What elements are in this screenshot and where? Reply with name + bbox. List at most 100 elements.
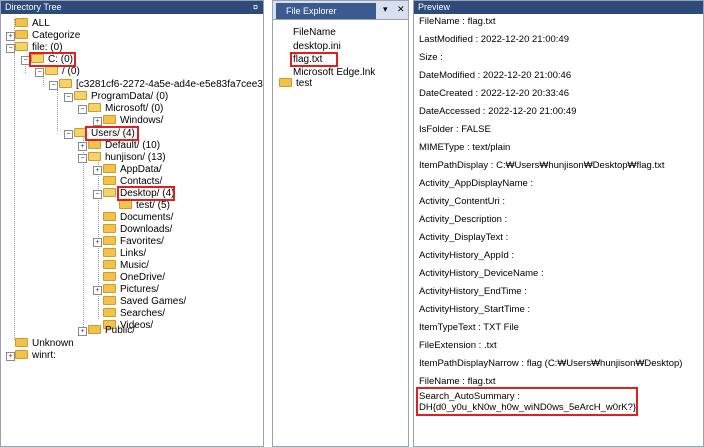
tree-item-links[interactable]: Links/ xyxy=(103,247,147,260)
close-icon[interactable]: ✕ xyxy=(397,4,405,15)
tree-item-label: Documents/ xyxy=(120,212,174,223)
tree-item-label: hunjison/ (13) xyxy=(105,152,166,163)
folder-icon xyxy=(88,139,101,149)
directory-tree-panel: Directory Tree ¤ ALL + Categorize − file… xyxy=(0,0,264,447)
preview-line: Activity_Description : xyxy=(419,214,508,225)
expand-icon[interactable]: + xyxy=(6,352,15,361)
preview-line: DateCreated : 2022-12-20 20:33:46 xyxy=(419,88,569,99)
highlight-desktop xyxy=(117,186,175,201)
tree-item-label: [c3281cf6-2272-4a5e-ad4e-e5e83fa7cee3]/ xyxy=(76,79,264,90)
tree-item-label: Downloads/ xyxy=(120,224,173,235)
folder-icon xyxy=(15,349,28,359)
preview-line: MIMEType : text/plain xyxy=(419,142,511,153)
preview-line: ActivityHistory_StartTime : xyxy=(419,304,531,315)
tree-item-documents[interactable]: Documents/ xyxy=(103,211,174,224)
collapse-icon[interactable]: − xyxy=(93,190,102,199)
folder-open-icon xyxy=(15,41,28,51)
folder-icon xyxy=(15,337,28,347)
tree-item-music[interactable]: Music/ xyxy=(103,259,149,272)
tree-item-label: Windows/ xyxy=(120,115,164,126)
folder-icon xyxy=(279,77,292,87)
preview-line: LastModified : 2022-12-20 21:00:49 xyxy=(419,34,569,45)
folder-icon xyxy=(103,259,116,269)
tree-item-label: OneDrive/ xyxy=(120,272,166,283)
tree-item-label: Music/ xyxy=(120,260,149,271)
folder-icon xyxy=(15,17,28,27)
tree-item-microsoft[interactable]: Microsoft/ (0) xyxy=(88,102,164,115)
folder-icon xyxy=(103,175,116,185)
file-explorer-panel: File Explorer ▾ ✕ FileName desktop.ini f… xyxy=(272,0,409,447)
preview-line: FileExtension : .txt xyxy=(419,340,497,351)
folder-open-icon xyxy=(74,90,87,100)
tree-item-winrt[interactable]: winrt: xyxy=(15,349,56,362)
collapse-icon[interactable]: − xyxy=(78,154,87,163)
tree-item-downloads[interactable]: Downloads/ xyxy=(103,223,173,236)
preview-line: ActivityHistory_EndTime : xyxy=(419,286,527,297)
expand-icon[interactable]: + xyxy=(93,286,102,295)
directory-tree-title: Directory Tree xyxy=(5,2,62,12)
collapse-icon[interactable]: − xyxy=(49,81,58,90)
tree-item-appdata[interactable]: AppData/ xyxy=(103,163,162,176)
preview-title: Preview xyxy=(418,2,451,12)
folder-icon xyxy=(103,283,116,293)
tree-item-onedrive[interactable]: OneDrive/ xyxy=(103,271,166,284)
highlight-users xyxy=(85,126,139,141)
tree-item-default[interactable]: Default/ (10) xyxy=(88,139,161,152)
dropdown-icon[interactable]: ▾ xyxy=(383,4,388,15)
collapse-icon[interactable]: − xyxy=(35,68,44,77)
tree-item-searches[interactable]: Searches/ xyxy=(103,307,165,320)
tree-item-unknown[interactable]: Unknown xyxy=(15,337,74,350)
tree-item-categorize[interactable]: Categorize xyxy=(15,29,80,42)
tree-item-public[interactable]: Public/ xyxy=(88,324,136,337)
preview-line: ItemPathDisplay : C:₩Users₩hunjison₩Desk… xyxy=(419,160,665,171)
preview-line: Size : xyxy=(419,52,443,63)
expand-icon[interactable]: + xyxy=(78,142,87,151)
tree-item-favorites[interactable]: Favorites/ xyxy=(103,235,164,248)
tree-item-all[interactable]: ALL xyxy=(15,17,50,30)
preview-line: Activity_DisplayText : xyxy=(419,232,509,243)
tree-item-saved-games[interactable]: Saved Games/ xyxy=(103,295,186,308)
preview-line: DateModified : 2022-12-20 21:00:46 xyxy=(419,70,572,81)
pin-icon[interactable]: ¤ xyxy=(253,1,258,14)
expand-icon[interactable]: + xyxy=(93,117,102,126)
preview-line: ItemPathDisplayNarrow : flag (C:₩Users₩h… xyxy=(419,358,683,369)
folder-icon xyxy=(103,307,116,317)
file-item-test[interactable]: test xyxy=(279,77,313,90)
collapse-icon[interactable]: − xyxy=(64,130,73,139)
tree-item-label: ProgramData/ (0) xyxy=(91,91,169,102)
tree-item-label: Links/ xyxy=(120,248,147,259)
tree-item-test[interactable]: test/ (5) xyxy=(119,199,170,212)
expand-icon[interactable]: + xyxy=(6,32,15,41)
folder-icon xyxy=(103,114,116,124)
expand-icon[interactable]: + xyxy=(93,238,102,247)
preview-line: DateAccessed : 2022-12-20 21:00:49 xyxy=(419,106,577,117)
tree-item-guid[interactable]: [c3281cf6-2272-4a5e-ad4e-e5e83fa7cee3]/ xyxy=(59,78,264,91)
tree-item-label: Public/ xyxy=(105,325,136,336)
folder-icon xyxy=(15,29,28,39)
column-header-filename[interactable]: FileName xyxy=(293,27,336,39)
collapse-icon[interactable]: − xyxy=(64,93,73,102)
collapse-icon[interactable]: − xyxy=(6,44,15,53)
tree-item-label: Microsoft/ (0) xyxy=(105,103,164,114)
folder-open-icon xyxy=(45,65,58,75)
tree-item-label: AppData/ xyxy=(120,164,162,175)
tree-item-root[interactable]: / (0) xyxy=(45,65,80,78)
tab-file-explorer[interactable]: File Explorer xyxy=(276,3,376,19)
collapse-icon[interactable]: − xyxy=(78,105,87,114)
expand-icon[interactable]: + xyxy=(93,166,102,175)
tree-item-label: Pictures/ xyxy=(120,284,159,295)
tree-item-label: Default/ (10) xyxy=(105,140,161,151)
folder-icon xyxy=(103,223,116,233)
folder-open-icon xyxy=(88,102,101,112)
folder-icon xyxy=(103,163,116,173)
file-item-label: test xyxy=(296,78,313,89)
tree-item-programdata[interactable]: ProgramData/ (0) xyxy=(74,90,169,103)
highlight-flag-txt xyxy=(290,52,338,67)
preview-line: IsFolder : FALSE xyxy=(419,124,491,135)
preview-line: Activity_AppDisplayName : xyxy=(419,178,534,189)
expand-icon[interactable]: + xyxy=(78,327,87,336)
tree-item-pictures[interactable]: Pictures/ xyxy=(103,283,159,296)
folder-icon xyxy=(103,271,116,281)
tree-connector xyxy=(57,86,58,131)
tree-item-hunjison[interactable]: hunjison/ (13) xyxy=(88,151,166,164)
